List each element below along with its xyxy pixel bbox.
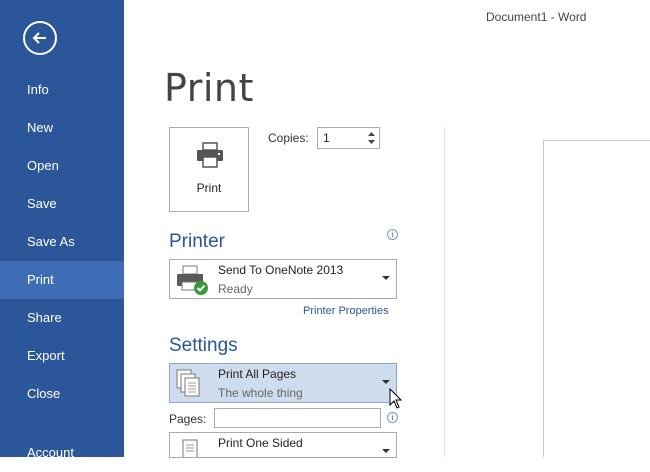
chevron-down-icon bbox=[382, 449, 390, 453]
printer-status: Ready bbox=[218, 282, 253, 296]
one-sided-page-icon bbox=[182, 439, 198, 457]
print-button[interactable]: Print bbox=[169, 127, 249, 212]
backstage-sidebar: Info New Open Save Save As Print Share E… bbox=[0, 0, 124, 460]
sidebar-item-info[interactable]: Info bbox=[0, 71, 124, 109]
settings-heading: Settings bbox=[169, 335, 238, 356]
sidebar-item-save-as[interactable]: Save As bbox=[0, 223, 124, 261]
pages-stack-icon bbox=[176, 369, 200, 397]
printer-ready-icon bbox=[177, 265, 208, 295]
copies-value: 1 bbox=[323, 131, 330, 145]
print-pages-dropdown[interactable]: Print All Pages The whole thing bbox=[169, 363, 397, 403]
pages-input[interactable] bbox=[214, 408, 381, 428]
print-sides-main: Print One Sided bbox=[218, 436, 303, 450]
pages-label: Pages: bbox=[169, 412, 207, 426]
printer-dropdown[interactable]: Send To OneNote 2013 Ready bbox=[169, 259, 397, 299]
window-title: Document1 - Word bbox=[486, 10, 587, 24]
chevron-down-icon bbox=[382, 380, 390, 384]
pages-info-icon[interactable]: i bbox=[387, 412, 398, 423]
panel-divider bbox=[444, 127, 445, 457]
printer-name: Send To OneNote 2013 bbox=[218, 263, 344, 277]
print-pages-main: Print All Pages bbox=[218, 367, 297, 381]
copies-stepper[interactable]: 1 bbox=[317, 127, 380, 149]
sidebar-item-share[interactable]: Share bbox=[0, 299, 124, 337]
print-preview-page bbox=[543, 140, 650, 457]
spinner-arrows-icon[interactable] bbox=[367, 130, 376, 146]
print-button-label: Print bbox=[196, 181, 222, 195]
sidebar-item-print[interactable]: Print bbox=[0, 261, 124, 299]
mouse-cursor-icon bbox=[389, 388, 403, 409]
sidebar-item-account[interactable]: Account bbox=[0, 434, 124, 472]
printer-heading: Printer bbox=[169, 231, 225, 252]
sidebar-item-export[interactable]: Export bbox=[0, 337, 124, 375]
print-pages-sub: The whole thing bbox=[218, 386, 303, 400]
printer-properties-link[interactable]: Printer Properties bbox=[303, 305, 389, 317]
page-title: Print bbox=[164, 66, 254, 110]
printer-info-icon[interactable]: i bbox=[387, 229, 398, 240]
sidebar-item-save[interactable]: Save bbox=[0, 185, 124, 223]
sidebar-item-new[interactable]: New bbox=[0, 109, 124, 147]
back-arrow-icon bbox=[32, 32, 46, 44]
chevron-down-icon bbox=[382, 276, 390, 280]
printer-icon bbox=[197, 142, 223, 168]
sidebar-item-open[interactable]: Open bbox=[0, 147, 124, 185]
back-button[interactable] bbox=[23, 21, 57, 55]
print-sides-dropdown[interactable]: Print One Sided bbox=[169, 432, 397, 458]
copies-label: Copies: bbox=[268, 131, 309, 145]
sidebar-item-close[interactable]: Close bbox=[0, 375, 124, 413]
